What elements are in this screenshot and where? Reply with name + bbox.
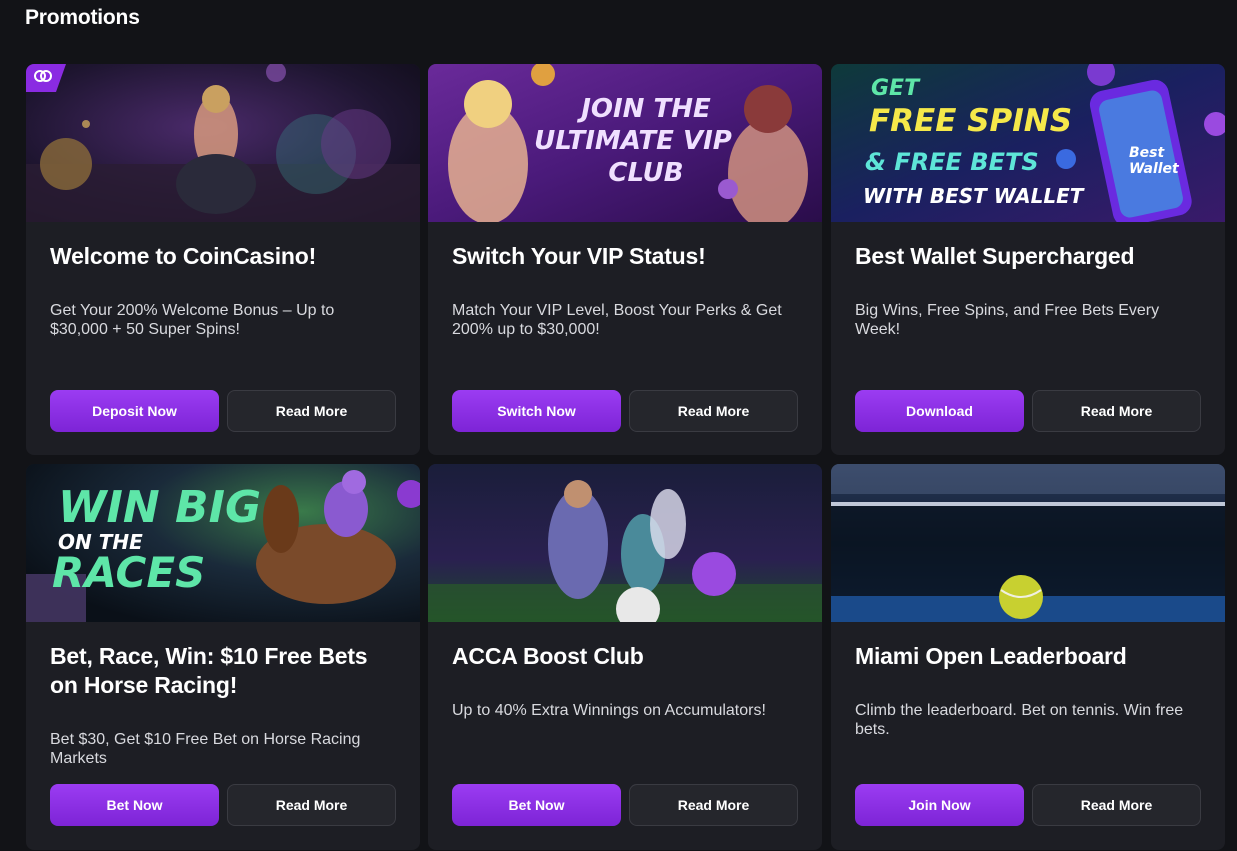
promo-card-title: Bet, Race, Win: $10 Free Bets on Horse R… <box>50 643 368 698</box>
bet-now-button[interactable]: Bet Now <box>452 784 621 826</box>
promo-banner-image: WIN BIG ON THE RACES <box>26 464 420 622</box>
banner-text-line: JOIN THE <box>581 94 711 124</box>
promo-banner-image <box>831 464 1225 622</box>
banner-text-line: RACES <box>52 548 206 597</box>
read-more-button[interactable]: Read More <box>227 784 396 826</box>
download-button[interactable]: Download <box>855 390 1024 432</box>
promo-card-description: Bet $30, Get $10 Free Bet on Horse Racin… <box>50 731 361 767</box>
banner-text-line: CLUB <box>608 158 684 188</box>
deposit-now-button[interactable]: Deposit Now <box>50 390 219 432</box>
read-more-button[interactable]: Read More <box>629 784 798 826</box>
promo-banner-image <box>428 464 822 622</box>
promo-card-description: Climb the leaderboard. Bet on tennis. Wi… <box>855 702 1184 738</box>
join-now-button[interactable]: Join Now <box>855 784 1024 826</box>
promo-card-title: ACCA Boost Club <box>452 643 644 669</box>
promo-banner-image: GET FREE SPINS & FREE BETS WITH BEST WAL… <box>831 64 1225 222</box>
banner-text-line: FREE SPINS <box>869 103 1073 139</box>
promo-card-description: Big Wins, Free Spins, and Free Bets Ever… <box>855 302 1160 338</box>
promo-card-description: Up to 40% Extra Winnings on Accumulators… <box>452 702 766 719</box>
read-more-button[interactable]: Read More <box>1032 390 1201 432</box>
banner-text-line: & FREE BETS <box>865 148 1039 176</box>
promo-card-vip: JOIN THE ULTIMATE VIP CLUB Switch Your V… <box>428 64 822 455</box>
promo-card-miami-open: Miami Open Leaderboard Climb the leaderb… <box>831 464 1225 850</box>
promo-card-title: Welcome to CoinCasino! <box>50 243 317 269</box>
promo-card-title: Switch Your VIP Status! <box>452 243 706 269</box>
promo-card-horse-racing: WIN BIG ON THE RACES Bet, Race, Win: $10… <box>26 464 420 850</box>
banner-text-line: ULTIMATE VIP <box>534 126 732 156</box>
promo-banner-image: JOIN THE ULTIMATE VIP CLUB <box>428 64 822 222</box>
promotions-page: Promotions Welcome to CoinCasino! Get Yo… <box>0 0 1237 851</box>
promo-card-best-wallet: GET FREE SPINS & FREE BETS WITH BEST WAL… <box>831 64 1225 455</box>
banner-text-line: WITH BEST WALLET <box>863 184 1084 208</box>
banner-text-line: Wallet <box>1129 161 1179 177</box>
promo-card-description: Get Your 200% Welcome Bonus – Up to $30,… <box>50 302 335 338</box>
promo-card-acca-boost: ACCA Boost Club Up to 40% Extra Winnings… <box>428 464 822 850</box>
page-title: Promotions <box>25 6 140 29</box>
banner-text-line: GET <box>871 76 920 101</box>
read-more-button[interactable]: Read More <box>1032 784 1201 826</box>
promo-banner-image <box>26 64 420 222</box>
promo-card-welcome: Welcome to CoinCasino! Get Your 200% Wel… <box>26 64 420 455</box>
switch-now-button[interactable]: Switch Now <box>452 390 621 432</box>
promo-card-title: Miami Open Leaderboard <box>855 643 1127 669</box>
bet-now-button[interactable]: Bet Now <box>50 784 219 826</box>
promo-card-title: Best Wallet Supercharged <box>855 243 1135 269</box>
read-more-button[interactable]: Read More <box>629 390 798 432</box>
banner-text-line: WIN BIG <box>58 482 262 533</box>
read-more-button[interactable]: Read More <box>227 390 396 432</box>
coincasino-logo-icon <box>26 64 66 92</box>
banner-text-line: Best <box>1129 145 1165 161</box>
promo-card-description: Match Your VIP Level, Boost Your Perks &… <box>452 302 782 338</box>
